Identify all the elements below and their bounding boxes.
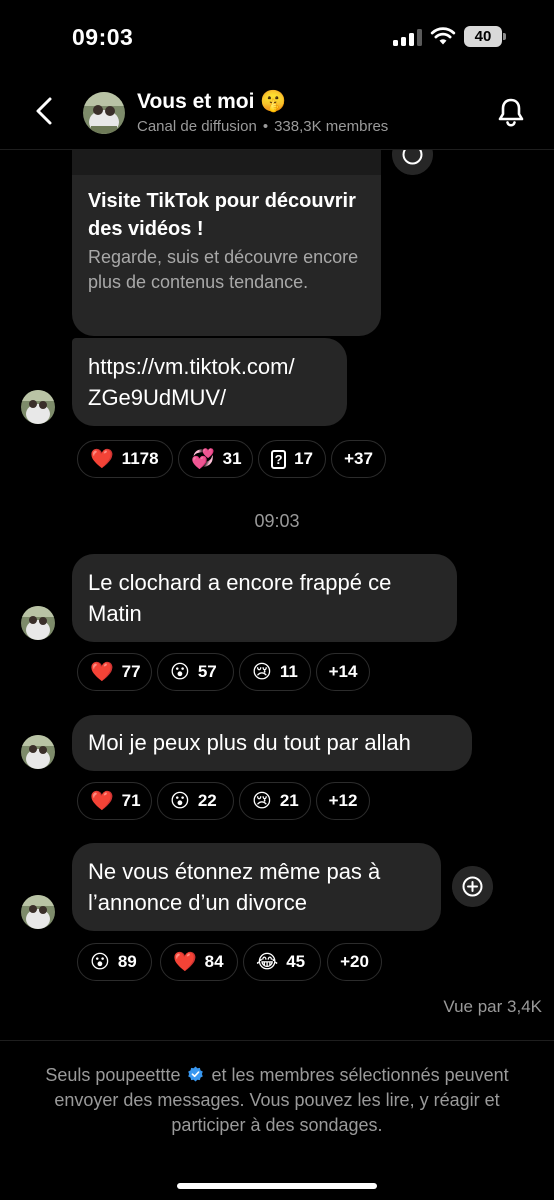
reaction-emoji: 😂 bbox=[256, 951, 279, 973]
more-reactions-chip[interactable]: +37 bbox=[331, 440, 386, 478]
message-text-line1[interactable]: Moi je peux plus du tout par allah bbox=[88, 727, 456, 758]
reaction-emoji: ❤️ bbox=[173, 951, 197, 973]
reaction-count: 77 bbox=[121, 662, 141, 681]
channel-type: Canal de diffusion bbox=[137, 118, 257, 135]
reaction-count: 45 bbox=[286, 952, 306, 971]
reaction-emoji: 😮 bbox=[90, 951, 110, 973]
message-timestamp: 09:03 bbox=[254, 511, 300, 531]
message-text-line1[interactable]: Ne vous étonnez même pas à bbox=[88, 856, 425, 887]
wifi-icon bbox=[430, 27, 456, 45]
reaction-count: 21 bbox=[279, 791, 299, 810]
channel-avatar[interactable] bbox=[83, 92, 125, 134]
status-time: 09:03 bbox=[72, 24, 134, 50]
battery-level: 40 bbox=[464, 26, 502, 47]
member-count: 338,3K membres bbox=[274, 118, 389, 135]
separator-dot: • bbox=[262, 118, 269, 135]
more-reactions-chip[interactable]: +14 bbox=[316, 653, 370, 691]
reaction-emoji: 😢 bbox=[252, 790, 272, 812]
reaction-emoji: 😮 bbox=[170, 790, 190, 812]
link-text-line1[interactable]: https://vm.tiktok.com/ bbox=[88, 351, 331, 382]
message-text-line2[interactable]: l’annonce d’un divorce bbox=[88, 887, 425, 918]
link-preview-image bbox=[72, 150, 381, 175]
reaction-chip[interactable]: 😂 45 bbox=[243, 943, 321, 981]
reaction-chip[interactable]: ❤️ 1178 bbox=[77, 440, 173, 478]
reaction-count: 17 bbox=[294, 449, 313, 468]
sender-avatar[interactable] bbox=[21, 895, 55, 929]
reaction-count: 84 bbox=[204, 952, 224, 971]
signal-icon bbox=[393, 29, 423, 46]
link-text-line2[interactable]: ZGe9UdMUV/ bbox=[88, 382, 331, 413]
reaction-count: 22 bbox=[197, 791, 217, 810]
question-box-icon: ? bbox=[271, 449, 287, 469]
seen-by-count[interactable]: Vue par 3,4K bbox=[443, 997, 542, 1017]
reaction-count: 31 bbox=[222, 449, 242, 468]
reaction-chip[interactable]: ? 17 bbox=[258, 440, 326, 478]
reaction-chip[interactable]: 😮 89 bbox=[77, 943, 152, 981]
sender-avatar[interactable] bbox=[21, 735, 55, 769]
reaction-chip[interactable]: ❤️ 84 bbox=[160, 943, 238, 981]
channel-subtitle: Canal de diffusion • 338,3K membres bbox=[137, 118, 388, 135]
share-plus-icon[interactable] bbox=[452, 866, 493, 907]
channel-title[interactable]: Vous et moi 🤫 bbox=[137, 90, 286, 114]
status-bar: 09:03 40 bbox=[0, 0, 554, 72]
sender-avatar[interactable] bbox=[21, 606, 55, 640]
more-reactions-chip[interactable]: +20 bbox=[327, 943, 382, 981]
reaction-emoji: ❤️ bbox=[90, 448, 114, 470]
reaction-count: 71 bbox=[121, 791, 141, 810]
bell-icon[interactable] bbox=[493, 94, 529, 130]
reaction-count: 89 bbox=[117, 952, 137, 971]
reaction-chip[interactable]: ❤️ 77 bbox=[77, 653, 152, 691]
reaction-chip[interactable]: 💞 31 bbox=[178, 440, 253, 478]
reaction-chip[interactable]: 😢 21 bbox=[239, 782, 311, 820]
share-plus-icon[interactable] bbox=[392, 150, 433, 175]
verified-icon bbox=[188, 1066, 204, 1082]
message-bubble[interactable]: Moi je peux plus du tout par allah bbox=[72, 715, 472, 771]
link-message-bubble[interactable]: https://vm.tiktok.com/ ZGe9UdMUV/ bbox=[72, 338, 347, 426]
battery-icon: 40 bbox=[464, 26, 506, 47]
footer-notice: Seuls poupeettte et les membres sélectio… bbox=[20, 1063, 534, 1138]
more-reactions-chip[interactable]: +12 bbox=[316, 782, 370, 820]
link-preview-card[interactable]: Visite TikTok pour découvrir des vidéos … bbox=[72, 150, 381, 336]
channel-header: Vous et moi 🤫 Canal de diffusion • 338,3K … bbox=[0, 72, 554, 150]
message-text-line1[interactable]: Le clochard a encore frappé ce bbox=[88, 567, 441, 598]
home-indicator[interactable] bbox=[177, 1183, 377, 1189]
message-text-line2[interactable]: Matin bbox=[88, 598, 441, 629]
reaction-chip[interactable]: 😮 57 bbox=[157, 653, 234, 691]
reaction-count: 1178 bbox=[121, 449, 159, 468]
footer-text-before: Seuls poupeettte bbox=[45, 1065, 181, 1085]
reaction-emoji: ❤️ bbox=[90, 790, 114, 812]
broadcast-footer: Seuls poupeettte et les membres sélectio… bbox=[0, 1040, 554, 1200]
reaction-count: 57 bbox=[197, 662, 217, 681]
message-list[interactable]: Visite TikTok pour découvrir des vidéos … bbox=[0, 150, 554, 1040]
reaction-emoji: 😢 bbox=[252, 661, 272, 683]
reaction-emoji: 😮 bbox=[170, 661, 190, 683]
message-bubble[interactable]: Ne vous étonnez même pas à l’annonce d’u… bbox=[72, 843, 441, 931]
reaction-chip[interactable]: 😮 22 bbox=[157, 782, 234, 820]
reaction-emoji: 💞 bbox=[191, 448, 215, 470]
link-preview-title: Visite TikTok pour découvrir des vidéos … bbox=[88, 190, 356, 240]
reaction-chip[interactable]: ❤️ 71 bbox=[77, 782, 152, 820]
back-chevron-icon[interactable] bbox=[28, 94, 62, 128]
reaction-chip[interactable]: 😢 11 bbox=[239, 653, 311, 691]
reaction-count: 11 bbox=[279, 662, 298, 681]
sender-avatar[interactable] bbox=[21, 390, 55, 424]
message-bubble[interactable]: Le clochard a encore frappé ce Matin bbox=[72, 554, 457, 642]
reaction-emoji: ❤️ bbox=[90, 661, 114, 683]
link-preview-description: Regarde, suis et découvre encore plus de… bbox=[88, 247, 359, 292]
